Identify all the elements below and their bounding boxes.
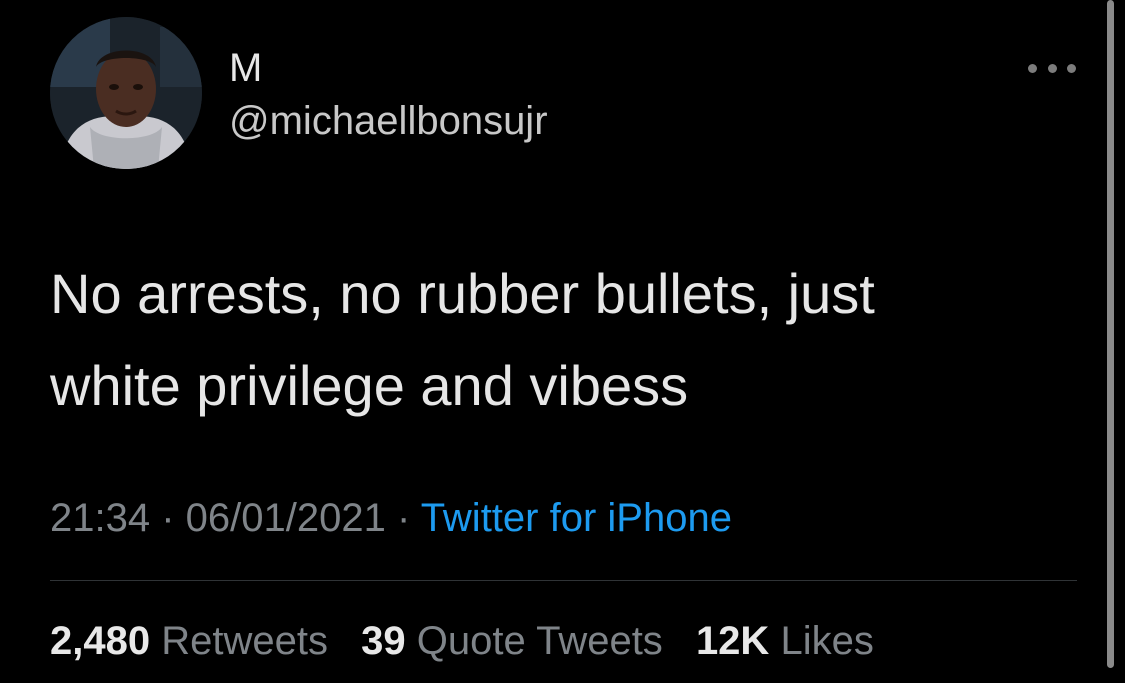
more-options-button[interactable] [1028,56,1076,80]
tweet-metadata: 21:34 · 06/01/2021 · Twitter for iPhone [50,494,732,542]
meta-separator: · [385,496,421,540]
tweet-text-line-1: No arrests, no rubber bullets, just [50,262,875,325]
tweet-date[interactable]: 06/01/2021 [186,496,386,540]
likes-label: Likes [780,619,874,663]
quote-tweets-stat[interactable]: 39 Quote Tweets [361,619,663,663]
divider [50,580,1077,581]
quote-tweets-count: 39 [361,619,406,663]
quote-tweets-label: Quote Tweets [416,619,663,663]
tweet-time[interactable]: 21:34 [50,496,150,540]
avatar-image [50,17,202,169]
tweet-text-line-2: white privilege and vibess [50,354,689,417]
tweet-text: No arrests, no rubber bullets, just whit… [50,248,1080,432]
retweets-stat[interactable]: 2,480 Retweets [50,619,328,663]
meta-separator: · [150,496,186,540]
more-horizontal-icon-dot [1047,63,1057,73]
likes-count: 12K [695,619,770,663]
retweets-label: Retweets [161,619,328,663]
likes-stat[interactable]: 12K Likes [696,619,874,663]
tweet-stats: 2,480 Retweets 39 Quote Tweets 12K Likes [50,617,896,665]
more-horizontal-icon [1028,63,1037,73]
retweets-count: 2,480 [50,619,151,663]
display-name[interactable]: M [229,46,262,90]
scrollbar[interactable] [1107,0,1114,668]
user-handle[interactable]: @michaellbonsujr [229,99,548,143]
avatar[interactable] [50,17,202,169]
more-horizontal-icon-dot [1067,63,1076,73]
tweet-source-link[interactable]: Twitter for iPhone [421,496,732,540]
